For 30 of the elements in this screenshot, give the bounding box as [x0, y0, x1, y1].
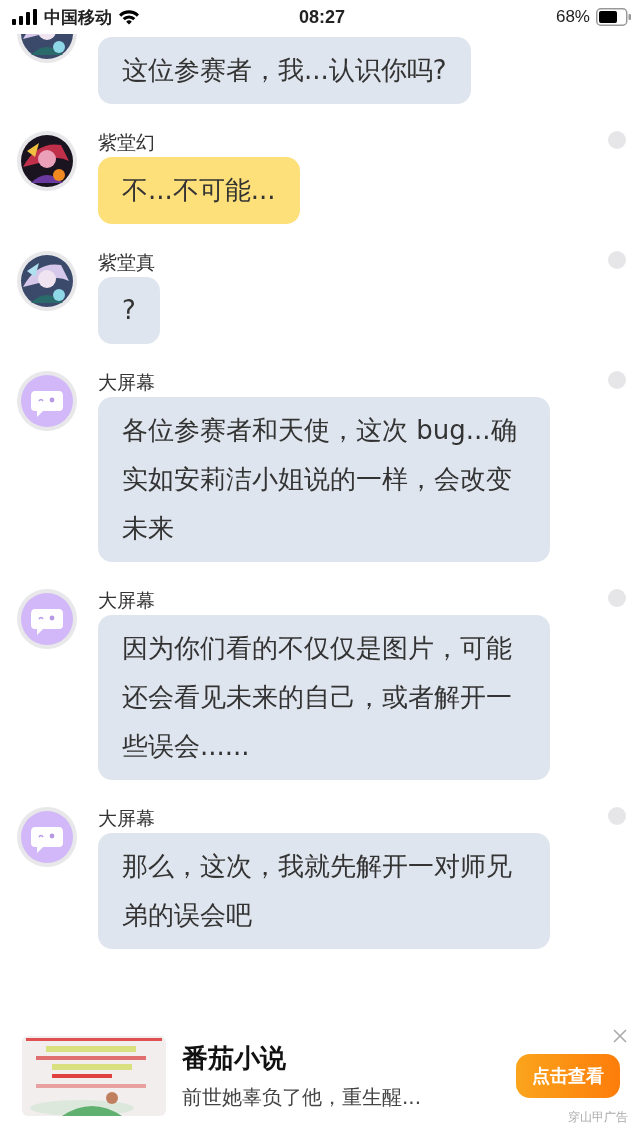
status-dot-icon: [608, 251, 626, 269]
sender-name: 紫堂幻: [98, 131, 155, 153]
message-bubble: 这位参赛者，我...认识你吗?: [98, 37, 471, 104]
status-dot-icon: [608, 371, 626, 389]
message-bubble: 各位参赛者和天使，这次 bug...确实如安莉洁小姐说的一样，会改变未来: [98, 397, 550, 562]
ad-source-label: 穿山甲广告: [568, 1109, 628, 1126]
sender-name: 大屏幕: [98, 371, 155, 393]
close-icon[interactable]: [612, 1028, 628, 1044]
clock-time: 08:27: [298, 6, 345, 28]
carrier-name: 中国移动: [44, 5, 112, 29]
message-bubble: 那么，这次，我就先解开一对师兄弟的误会吧: [98, 833, 550, 949]
status-dot-icon: [608, 131, 626, 149]
status-dot-icon: [608, 589, 626, 607]
message-bubble: 不...不可能...: [98, 157, 300, 224]
signal-icon: [12, 9, 38, 25]
view-button[interactable]: 点击查看: [516, 1054, 620, 1098]
message-bubble: ?: [98, 277, 160, 344]
chat-bot-icon: [17, 589, 77, 649]
message-bubble: 因为你们看的不仅仅是图片，可能还会看见未来的自己，或者解开一些误会......: [98, 615, 550, 780]
battery-icon: [596, 8, 632, 26]
ad-title: 番茄小说: [182, 1042, 287, 1075]
sender-name: 大屏幕: [98, 589, 155, 611]
ad-description: 前世她辜负了他，重生醒...: [182, 1084, 423, 1111]
chat-bot-icon: [17, 807, 77, 867]
sender-name: 紫堂真: [98, 251, 155, 273]
battery-percent: 68%: [555, 7, 590, 27]
sender-name: 大屏幕: [98, 807, 155, 829]
wifi-icon: [118, 9, 140, 25]
chat-bot-icon: [17, 371, 77, 431]
status-dot-icon: [608, 807, 626, 825]
